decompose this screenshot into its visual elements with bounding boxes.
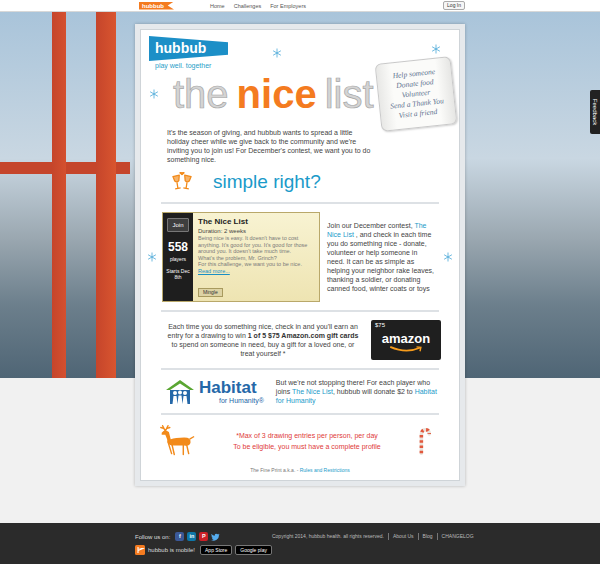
login-button[interactable]: Log In: [443, 1, 465, 10]
challenge-duration: Duration: 2 weeks: [198, 227, 314, 235]
habitat-section: Habitatfor Humanity® But we're not stoppi…: [147, 378, 453, 405]
social-icon[interactable]: in: [187, 532, 196, 541]
player-count: 558: [168, 240, 188, 254]
divider: [161, 202, 439, 204]
contest-text: Join our December contest, The Nice List…: [325, 221, 438, 293]
player-label: players: [170, 256, 186, 262]
rules-section: *Max of 3 drawing entries per person, pe…: [147, 423, 453, 459]
footer-link[interactable]: CHANGELOG: [437, 533, 478, 540]
fine-print: The Fine Print a.k.a. - Rules and Restri…: [147, 467, 453, 474]
snowflake-icon: [147, 252, 157, 262]
challenge-tag: Mingle: [198, 288, 223, 297]
ideas-scroll: Help someoneDonate foodVolunteerSend a T…: [375, 56, 458, 132]
subheading-row: simple right?: [147, 170, 453, 194]
copyright: Copyright 2014, hubbub health. all right…: [272, 533, 388, 540]
social-icon[interactable]: P: [199, 532, 208, 541]
store-badge[interactable]: Google play: [235, 545, 272, 555]
nav-logo[interactable]: hubbub: [139, 2, 174, 10]
champagne-glasses-icon: [171, 172, 193, 192]
rule-line: *Max of 3 drawing entries per person, pe…: [203, 430, 411, 441]
gift-brand: amazon: [382, 331, 430, 346]
top-nav: hubbub Home Challenges For Employers Log In: [0, 0, 600, 12]
start-date: Starts Dec 8th: [163, 268, 193, 280]
hero-background: hubbubplay well. togetherthenicelist It's…: [0, 12, 600, 523]
store-badge[interactable]: App Store: [200, 545, 232, 555]
challenge-description: Being nice is easy. It doesn't have to c…: [198, 235, 314, 274]
snowflake-icon: [431, 44, 441, 54]
fine-print-label: The Fine Print a.k.a. -: [250, 467, 299, 473]
page: hubbubHomeChallengesFor EmployersLog Inh…: [0, 0, 600, 564]
read-more-link[interactable]: Read more...: [198, 268, 230, 274]
drawing-section: Each time you do something nice, check i…: [147, 320, 453, 360]
footer-link[interactable]: Blog: [418, 533, 437, 540]
rule-line: To be eligible, you must have a complete…: [203, 441, 411, 452]
twitter-bird-icon[interactable]: [211, 533, 220, 541]
nav-links: Home Challenges For Employers: [210, 3, 306, 9]
feedback-tab[interactable]: Feedback: [590, 90, 600, 134]
snowflake-icon: [149, 89, 159, 99]
mobile-label: hubbub is mobile!: [148, 546, 195, 554]
nav-link[interactable]: Home: [210, 3, 225, 9]
nav-link[interactable]: Challenges: [234, 3, 262, 9]
follow-label: Follow us on:: [135, 533, 170, 541]
divider: [161, 368, 439, 370]
footer-link[interactable]: About Us: [388, 533, 418, 540]
divider: [161, 310, 439, 312]
divider: [161, 413, 439, 415]
amazon-smile-icon: [388, 346, 424, 353]
challenge-card[interactable]: Join 558 players Starts Dec 8th The Nice Lis…: [162, 212, 320, 302]
habitat-text: But we're not stopping there! For each p…: [276, 378, 441, 405]
habitat-logo[interactable]: Habitatfor Humanity®: [165, 379, 264, 405]
reindeer-icon: [157, 423, 197, 459]
footer: Follow us on: finPhubbub is mobile! App St…: [0, 523, 600, 564]
page-title: thenicelist: [173, 72, 374, 116]
intro-text: It's the season of giving, and hubbub wa…: [147, 128, 379, 164]
gift-card: $75 amazon: [371, 320, 441, 360]
social-icon[interactable]: [211, 532, 220, 541]
snowflake-icon: [272, 48, 282, 58]
hubbub-app-icon: [135, 545, 145, 555]
rules-link[interactable]: Rules and Restrictions: [300, 467, 350, 473]
header: hubbubplay well. togetherthenicelist It's…: [147, 36, 453, 164]
subheading: simple right?: [213, 170, 321, 194]
contest-card: hubbubplay well. togetherthenicelist It's…: [135, 24, 465, 486]
candy-cane-icon: [417, 427, 431, 455]
gift-amount: $75: [375, 322, 385, 329]
snowflake-icon: [443, 252, 453, 262]
habitat-house-icon: [165, 379, 195, 405]
brand-logo[interactable]: hubbubplay well. together: [149, 36, 228, 70]
nav-link[interactable]: For Employers: [270, 3, 306, 9]
challenge-title: The Nice List: [198, 217, 314, 227]
drawing-text: Each time you do something nice, check i…: [165, 322, 361, 358]
rules-text: *Max of 3 drawing entries per person, pe…: [203, 430, 411, 452]
social-icon[interactable]: f: [175, 532, 184, 541]
tagline: play well. together: [155, 61, 228, 70]
join-button[interactable]: Join: [167, 218, 188, 232]
challenge-section: Join 558 players Starts Dec 8th The Nice Lis…: [147, 212, 453, 302]
